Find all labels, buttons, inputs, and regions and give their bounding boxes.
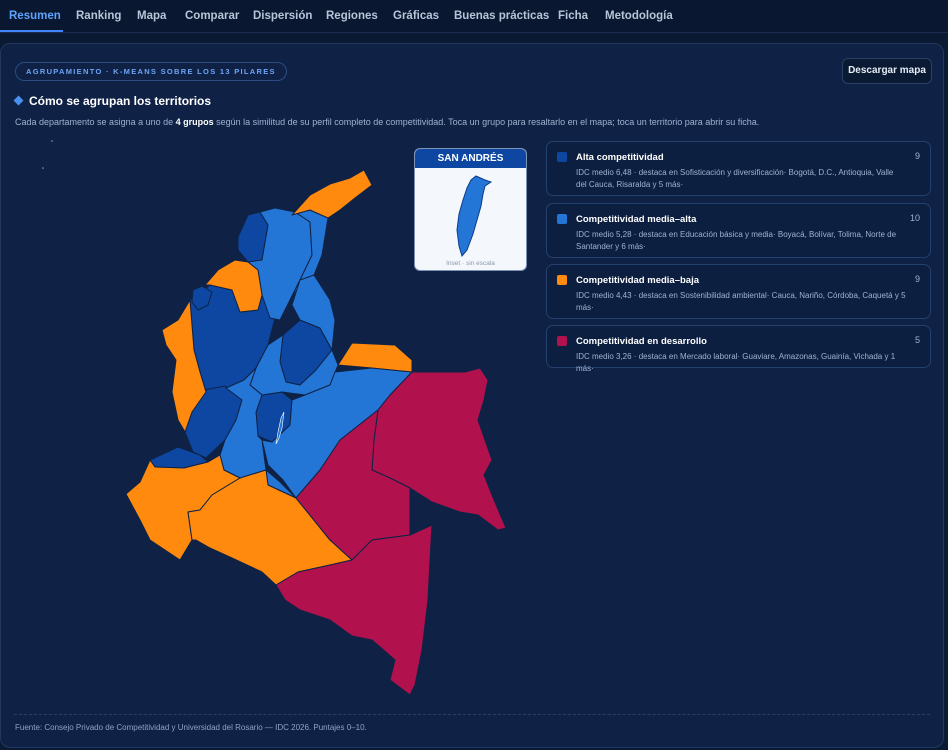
tab-dispersion[interactable]: Dispersión <box>253 0 312 33</box>
group-description: IDC medio 6,48 · destaca en Sofisticació… <box>576 168 894 189</box>
group-card-alta[interactable]: Alta competitividad 9 IDC medio 6,48 · d… <box>546 141 931 196</box>
department-region[interactable] <box>291 169 373 219</box>
section-title-text: Cómo se agrupan los territorios <box>29 94 212 108</box>
tab-metodologia[interactable]: Metodología <box>605 0 673 33</box>
group-description: IDC medio 5,28 · destaca en Educación bá… <box>576 230 897 251</box>
group-description: IDC medio 4,43 · destaca en Sostenibilid… <box>576 291 906 312</box>
source-footnote: Fuente: Consejo Privado de Competitivida… <box>15 723 367 732</box>
tab-regiones[interactable]: Regiones <box>326 0 378 33</box>
diamond-icon <box>13 95 24 106</box>
desc-text-start: Cada departamento se asigna a uno de <box>15 117 176 127</box>
desc-group-count: 4 grupos <box>175 117 214 127</box>
department-region[interactable] <box>337 342 413 373</box>
group-card-media-alta[interactable]: Competitividad media–alta 10 IDC medio 5… <box>546 203 931 258</box>
desc-text-end: según la similitud de su perfil completo… <box>213 117 760 127</box>
group-swatch <box>557 336 567 346</box>
tab-ranking[interactable]: Ranking <box>76 0 121 33</box>
section-title: Cómo se agrupan los territorios <box>13 94 212 108</box>
island-speck <box>51 140 53 142</box>
group-swatch <box>557 214 567 224</box>
method-chip: AGRUPAMIENTO · K-MEANS SOBRE LOS 13 PILA… <box>15 62 287 81</box>
group-count: 5 <box>914 335 920 345</box>
group-name: Competitividad media–alta <box>576 214 697 225</box>
inset-note: Inset · sin escala <box>446 260 495 267</box>
group-name: Competitividad media–baja <box>576 275 700 286</box>
san-andres-island[interactable] <box>415 168 527 258</box>
group-name: Competitividad en desarrollo <box>576 336 707 347</box>
group-name: Alta competitividad <box>576 152 664 163</box>
active-tab-indicator <box>0 30 63 32</box>
group-count: 10 <box>909 213 920 223</box>
group-swatch <box>557 152 567 162</box>
tab-comparar[interactable]: Comparar <box>185 0 239 33</box>
tab-buenas-practicas[interactable]: Buenas prácticas <box>454 0 549 33</box>
footer-divider <box>14 714 930 715</box>
top-nav: Resumen Ranking Mapa Comparar Dispersión… <box>0 0 948 33</box>
tab-mapa[interactable]: Mapa <box>137 0 166 33</box>
tab-resumen[interactable]: Resumen <box>9 0 61 33</box>
group-card-desarrollo[interactable]: Competitividad en desarrollo 5 IDC medio… <box>546 325 931 373</box>
inset-title: SAN ANDRÉS <box>415 149 526 168</box>
group-swatch <box>557 275 567 285</box>
group-count: 9 <box>914 274 920 284</box>
section-description: Cada departamento se asigna a uno de 4 g… <box>15 117 759 127</box>
group-description: IDC medio 3,26 · destaca en Mercado labo… <box>576 352 896 373</box>
island-speck <box>42 167 44 169</box>
tab-graficas[interactable]: Gráficas <box>393 0 439 33</box>
download-map-button[interactable]: Descargar mapa <box>842 58 932 84</box>
group-card-media-baja[interactable]: Competitividad media–baja 9 IDC medio 4,… <box>546 264 931 319</box>
san-andres-inset[interactable]: SAN ANDRÉS Inset · sin escala <box>414 148 527 271</box>
tab-ficha[interactable]: Ficha <box>558 0 588 33</box>
group-count: 9 <box>914 151 920 161</box>
